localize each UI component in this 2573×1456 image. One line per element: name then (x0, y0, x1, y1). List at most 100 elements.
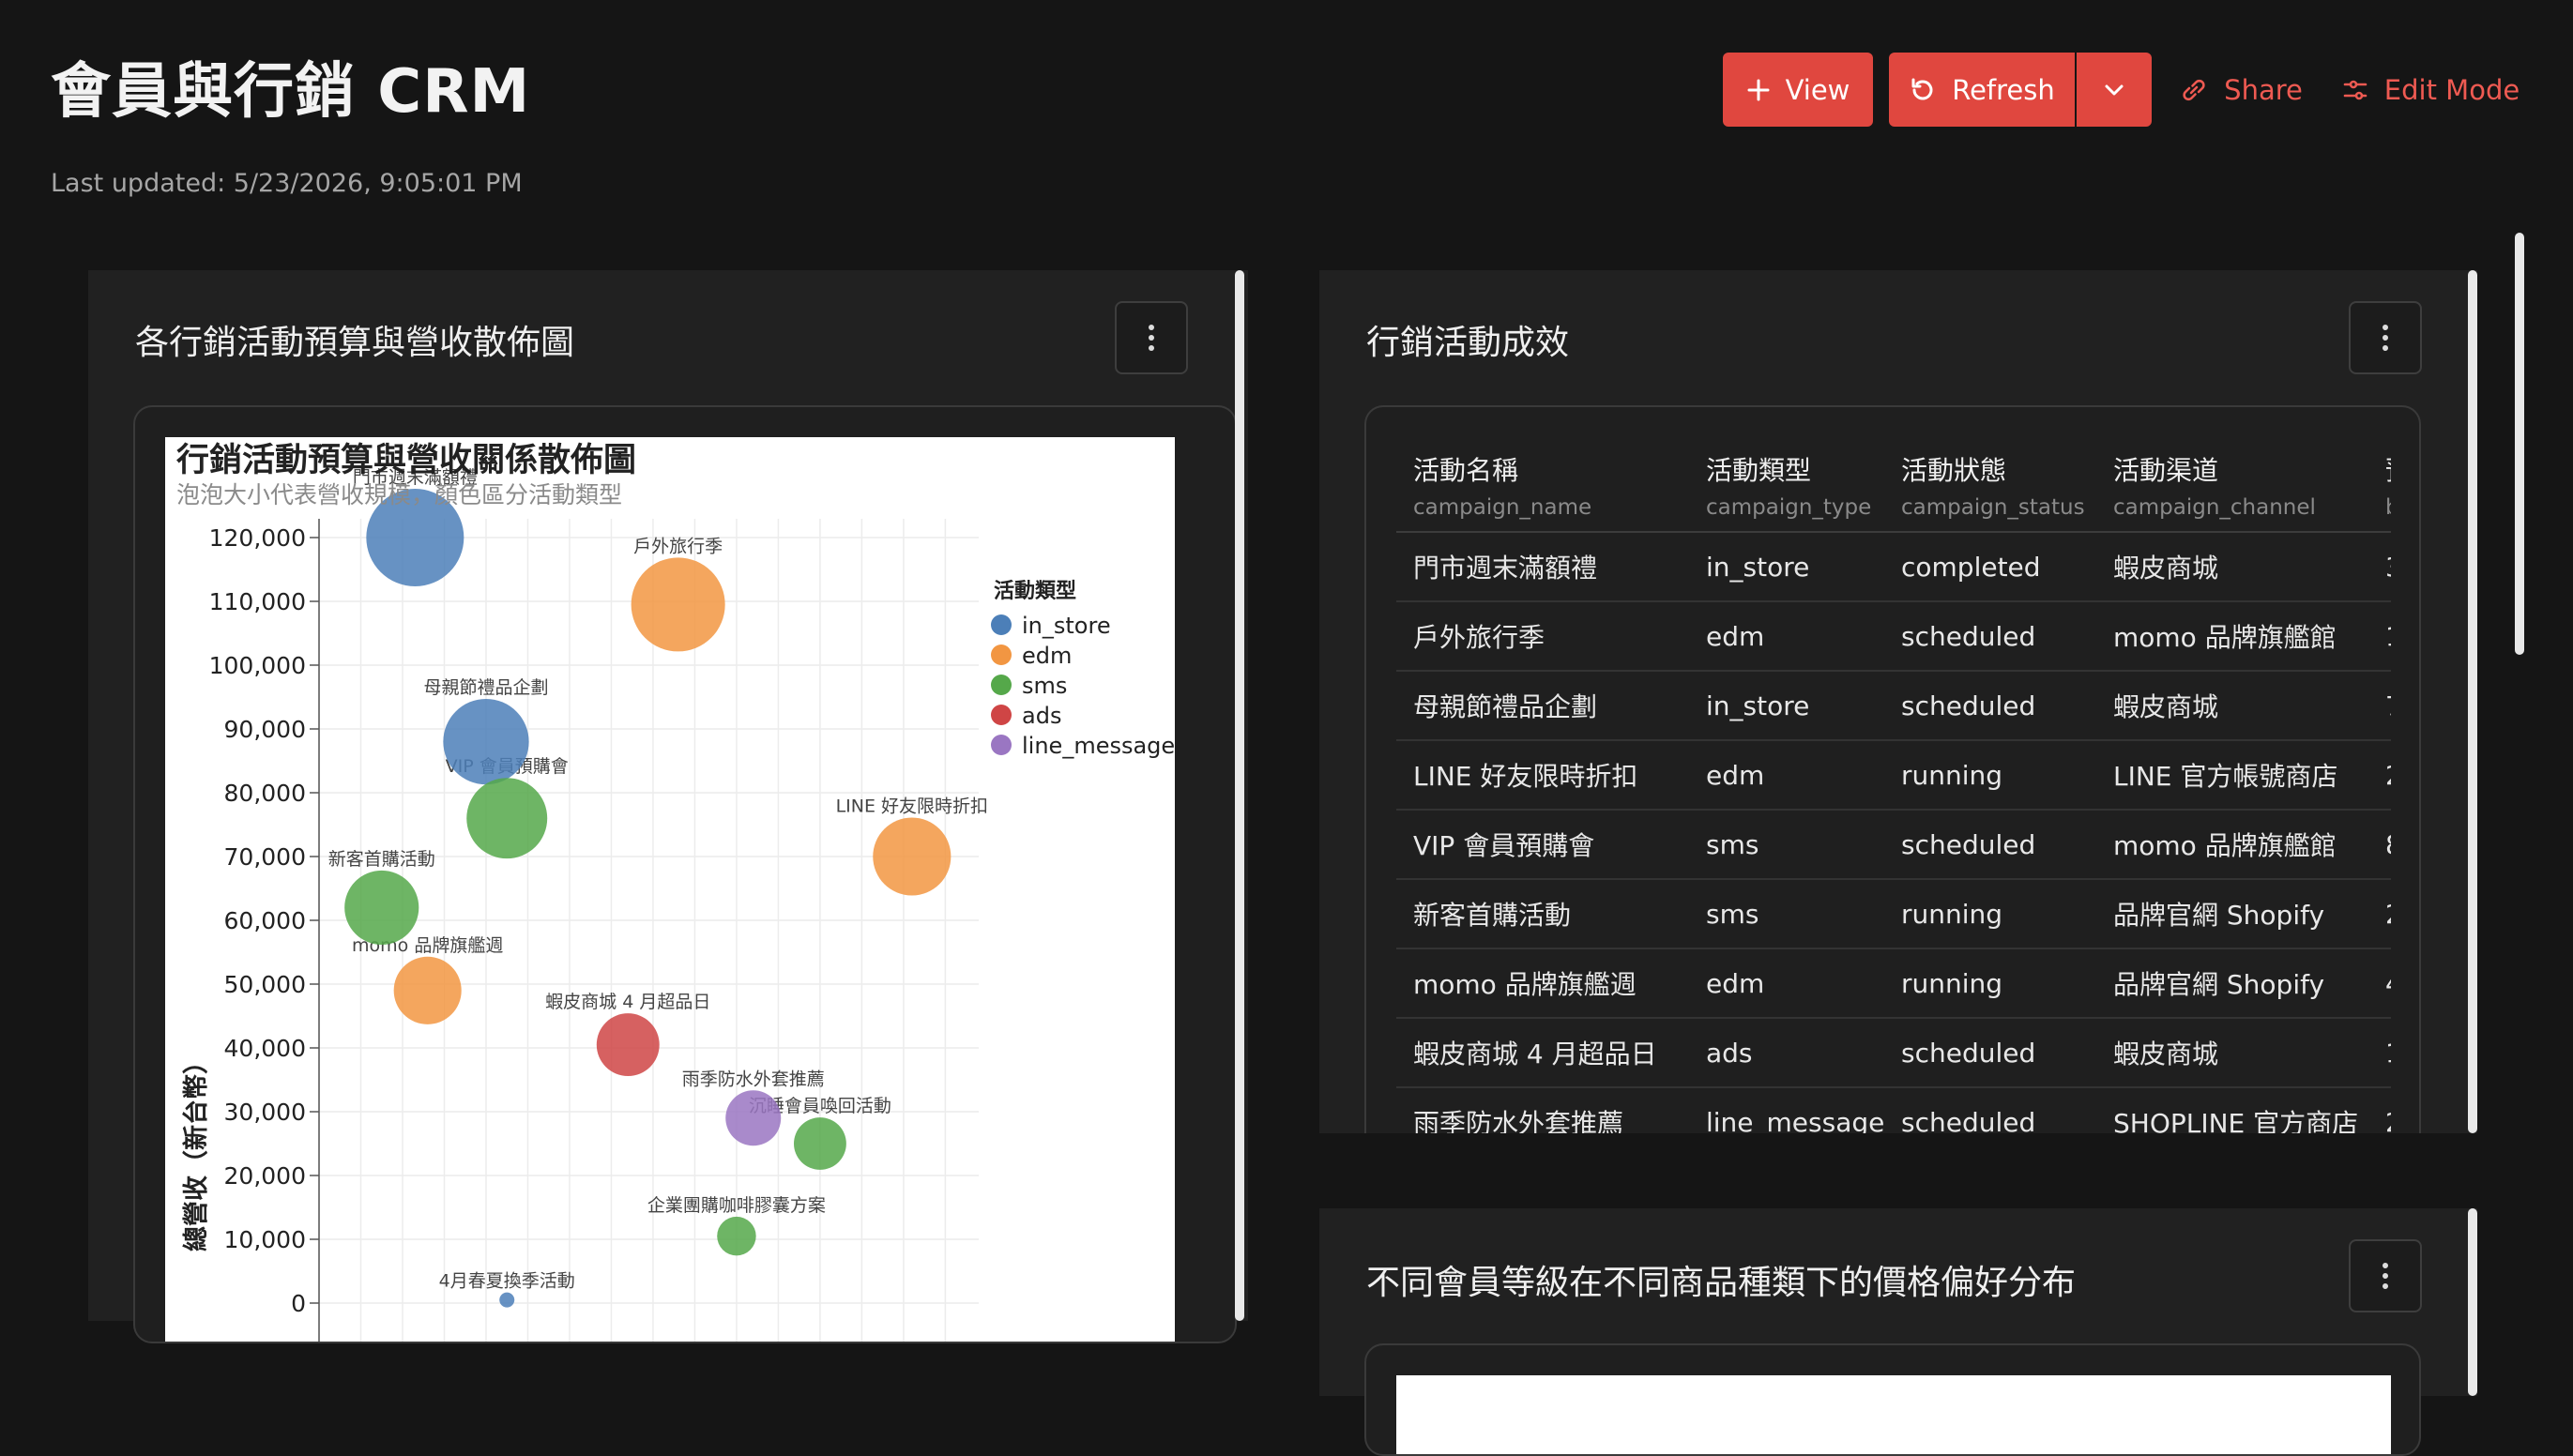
y-tick-label: 30,000 (224, 1099, 306, 1126)
table-cell-type: sms (1689, 810, 1884, 880)
legend-swatch (991, 705, 1012, 725)
member-chart-area (1396, 1375, 2391, 1454)
campaign-panel-scrollbar[interactable] (2468, 270, 2477, 1133)
column-header[interactable]: 預b (2368, 430, 2391, 533)
y-tick-label: 100,000 (209, 652, 306, 679)
point-label: LINE 好友限時折扣 (836, 796, 988, 816)
table-row[interactable]: 新客首購活動smsrunning品牌官網 Shopify2 (1396, 879, 2391, 949)
table-cell-status: scheduled (1884, 671, 2096, 741)
column-header-field: campaign_name (1413, 495, 1592, 520)
campaign-panel: 行銷活動成效 活動名稱 campaign_name 活動類型 campaign_typ… (1319, 270, 2477, 1133)
table-row[interactable]: 雨季防水外套推薦 line_message scheduled SHOPLINE 官方… (1396, 1087, 2391, 1133)
table-cell-channel: 品牌官網 Shopify (2096, 948, 2368, 1019)
scatter-panel-scrollbar[interactable] (1235, 270, 1244, 1321)
legend-label: in_store (1022, 613, 1111, 639)
legend-label: edm (1022, 643, 1072, 669)
column-header[interactable]: 活動名稱 campaign_name (1396, 430, 1689, 533)
table-cell-channel: momo 品牌旗艦館 (2096, 601, 2368, 672)
scatter-point (794, 1117, 846, 1170)
table-cell-type: edm (1689, 601, 1884, 672)
table-row[interactable]: LINE 好友限時折扣edmrunningLINE 官方帳號商店2 (1396, 740, 2391, 811)
table-cell-name: VIP 會員預購會 (1396, 810, 1689, 880)
table-row[interactable]: 戶外旅行季edmscheduledmomo 品牌旗艦館1 (1396, 601, 2391, 672)
table-row[interactable]: 蝦皮商城 4 月超品日adsscheduled蝦皮商城1 (1396, 1018, 2391, 1088)
column-header-field: campaign_type (1706, 495, 1872, 520)
point-label: 戶外旅行季 (633, 536, 723, 556)
legend-label: ads (1022, 703, 1061, 729)
scatter-point (393, 956, 462, 1024)
y-tick-label: 60,000 (224, 907, 306, 934)
scatter-point (443, 698, 529, 785)
table-cell-extra: 2 (2368, 1087, 2391, 1133)
scatter-point (717, 1216, 756, 1256)
table-cell-extra: 4 (2368, 948, 2391, 1019)
table-cell-extra: 7 (2368, 671, 2391, 741)
chart-subtitle: 泡泡大小代表營收規模，顏色區分活動類型 (176, 481, 622, 508)
point-label: 雨季防水外套推薦 (682, 1069, 825, 1089)
edit-mode-button-label: Edit Mode (2383, 73, 2520, 106)
column-header-label: 活動狀態 (1901, 455, 2007, 486)
legend-swatch (991, 735, 1012, 755)
table-cell-type: in_store (1689, 532, 1884, 602)
y-tick-label: 0 (291, 1290, 306, 1317)
point-label: 蝦皮商城 4 月超品日 (545, 992, 710, 1012)
refresh-icon (1911, 78, 1933, 99)
scatter-chart[interactable]: 0 10,000 20,000 30,000 40,000 50,000 60,000 70,… (165, 437, 1175, 1343)
member-panel-scrollbar[interactable] (2468, 1208, 2477, 1396)
scatter-point (596, 1013, 660, 1077)
chart-title: 行銷活動預算與營收關係散佈圖 (176, 442, 636, 479)
scatter-point (631, 557, 725, 652)
table-cell-channel: momo 品牌旗艦館 (2096, 810, 2368, 880)
page-scrollbar[interactable] (2515, 233, 2524, 655)
campaign-table-card: 活動名稱 campaign_name 活動類型 campaign_type 活動狀態 ca… (1364, 405, 2421, 1133)
campaign-table: 活動名稱 campaign_name 活動類型 campaign_type 活動狀態 ca… (1396, 430, 2391, 1133)
point-label: 母親節禮品企劃 (423, 677, 548, 698)
table-cell-channel: LINE 官方帳號商店 (2096, 740, 2368, 811)
scatter-point (499, 1292, 515, 1308)
refresh-options-button[interactable] (2077, 53, 2152, 127)
point-label: 新客首購活動 (328, 849, 435, 870)
scatter-point (344, 870, 419, 945)
scatter-panel-title: 各行銷活動預算與營收散佈圖 (135, 324, 575, 362)
view-button[interactable]: View (1723, 53, 1873, 127)
table-row[interactable]: momo 品牌旗艦週edmrunning品牌官網 Shopify4 (1396, 948, 2391, 1019)
point-label: 企業團購咖啡膠囊方案 (647, 1195, 826, 1216)
member-panel-menu-button[interactable] (2349, 1239, 2422, 1312)
legend-swatch (991, 614, 1012, 635)
scatter-panel: 各行銷活動預算與營收散佈圖 0 10,000 20,000 30,000 40,000 5… (88, 270, 1248, 1343)
scatter-point (466, 778, 548, 859)
table-cell-type: sms (1689, 879, 1884, 949)
sliders-icon (2343, 80, 2367, 99)
column-header[interactable]: 活動狀態 campaign_status (1884, 430, 2096, 533)
column-header[interactable]: 活動渠道 campaign_channel (2096, 430, 2368, 533)
table-cell-status: scheduled (1884, 1018, 2096, 1088)
column-header[interactable]: 活動類型 campaign_type (1689, 430, 1884, 533)
refresh-button-label: Refresh (1952, 73, 2055, 106)
table-cell-extra: 8 (2368, 810, 2391, 880)
table-row[interactable]: 門市週末滿額禮in_storecompleted蝦皮商城3 (1396, 532, 2391, 602)
table-cell-status: scheduled (1884, 1087, 2096, 1133)
column-header-field: campaign_channel (2113, 495, 2316, 520)
table-cell-status: running (1884, 948, 2096, 1019)
table-row[interactable]: 母親節禮品企劃in_storescheduled蝦皮商城7 (1396, 671, 2391, 741)
scatter-panel-menu-button[interactable] (1115, 301, 1188, 374)
column-header-label: 活動類型 (1706, 455, 1812, 486)
table-cell-extra: 2 (2368, 879, 2391, 949)
view-button-label: View (1785, 73, 1850, 106)
legend-title: 活動類型 (994, 580, 1076, 603)
scatter-card: 0 10,000 20,000 30,000 40,000 50,000 60,000 70,… (133, 405, 1237, 1343)
table-cell-name: 新客首購活動 (1396, 879, 1689, 949)
table-cell-extra: 2 (2368, 740, 2391, 811)
table-cell-status: completed (1884, 532, 2096, 602)
table-row[interactable]: VIP 會員預購會smsscheduledmomo 品牌旗艦館8 (1396, 810, 2391, 880)
y-tick-label: 70,000 (224, 843, 306, 871)
y-axis-label: 總營收（新台幣） (181, 1049, 211, 1251)
column-header-field: b (2385, 495, 2391, 520)
refresh-button[interactable]: Refresh (1889, 53, 2075, 127)
table-cell-type: edm (1689, 948, 1884, 1019)
edit-mode-button[interactable]: Edit Mode (2327, 53, 2534, 127)
campaign-panel-menu-button[interactable] (2349, 301, 2422, 374)
last-updated-text: Last updated: 5/23/2026, 9:05:01 PM (51, 169, 523, 198)
share-button[interactable]: Share (2175, 53, 2307, 127)
table-cell-extra: 1 (2368, 1018, 2391, 1088)
